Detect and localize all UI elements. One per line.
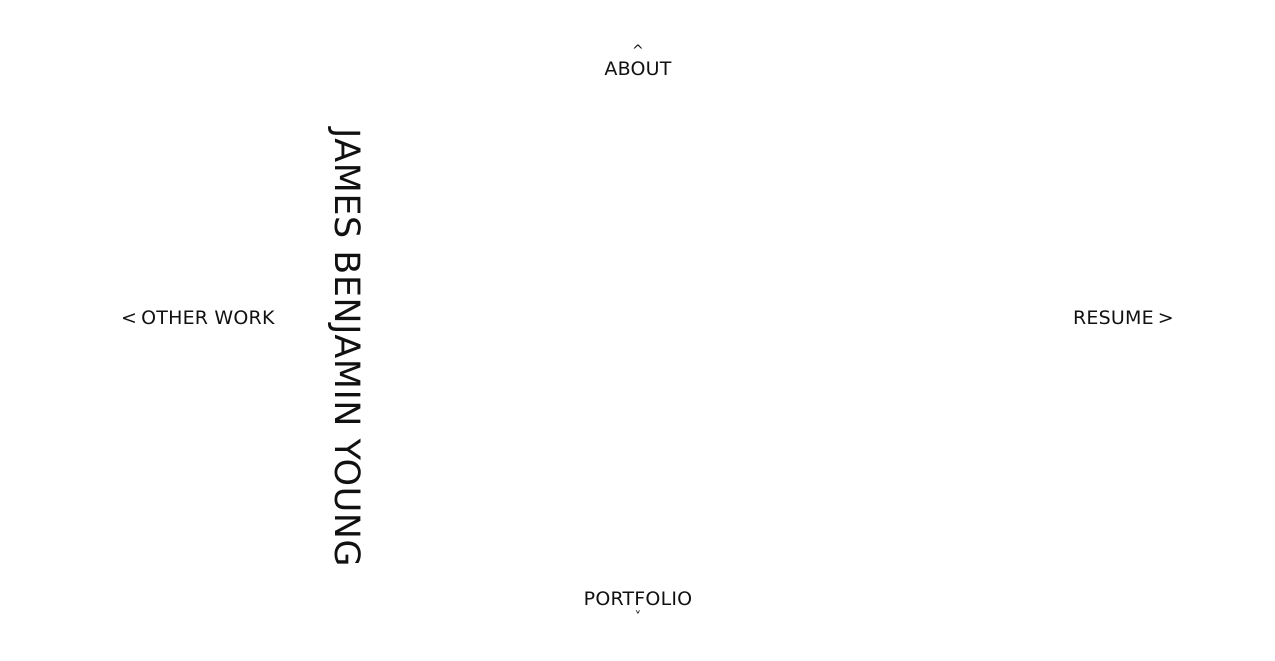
site-name-title: JAMES BENJAMIN YOUNG — [326, 128, 366, 568]
chevron-right-icon: > — [1157, 307, 1174, 329]
nav-other-work-label: OTHER WORK — [141, 307, 275, 329]
caret-down-icon: ˅ — [634, 610, 642, 625]
nav-portfolio-label: PORTFOLIO — [583, 588, 693, 610]
nav-portfolio-link[interactable]: PORTFOLIO ˅ — [568, 588, 708, 625]
nav-resume-label: RESUME — [1073, 307, 1154, 329]
nav-about-label: ABOUT — [604, 58, 672, 80]
caret-up-icon: ^ — [632, 43, 644, 59]
chevron-left-icon: < — [121, 307, 138, 329]
nav-about-link[interactable]: ^ ABOUT — [568, 44, 708, 79]
nav-resume-link[interactable]: RESUME > — [1069, 309, 1174, 328]
nav-other-work-link[interactable]: < OTHER WORK — [121, 309, 279, 328]
